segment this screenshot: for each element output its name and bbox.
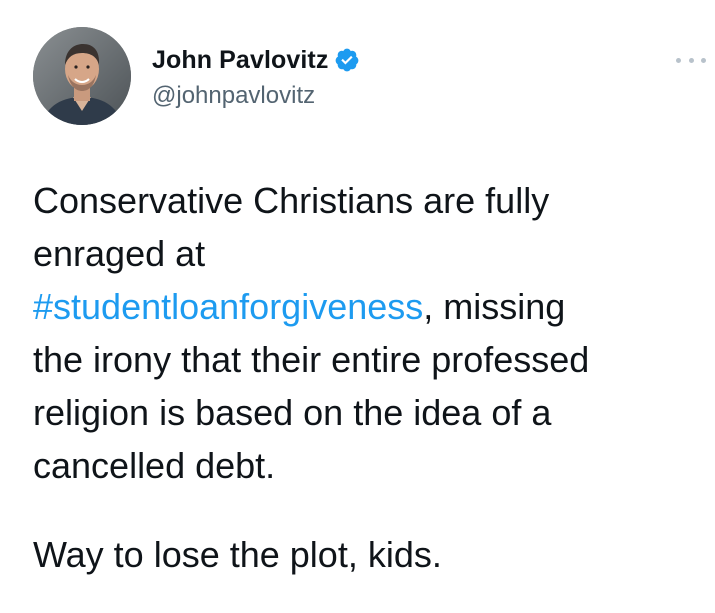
avatar[interactable]: [33, 27, 131, 125]
tweet-text-fragment: , missing: [423, 286, 566, 327]
author-name-row[interactable]: John Pavlovitz: [152, 44, 360, 76]
tweet-text-line: religion is based on the idea of a: [33, 392, 552, 433]
tweet-text-line: the irony that their entire professed: [33, 339, 590, 380]
tweet-text: Conservative Christians are fully enrage…: [33, 174, 705, 492]
verified-badge-icon: [334, 47, 360, 73]
more-options-button[interactable]: [676, 50, 706, 70]
tweet-text-line: #studentloanforgiveness, missing: [33, 280, 705, 333]
tweet-card: John Pavlovitz @johnpavlovitz Conservati…: [0, 0, 715, 613]
tweet-text-paragraph-2: Way to lose the plot, kids.: [33, 534, 442, 575]
more-horizontal-icon-dot-3: [701, 57, 706, 63]
more-horizontal-icon-dot-2: [688, 57, 694, 63]
tweet-text-line: Conservative Christians are fully: [33, 180, 550, 221]
author-handle[interactable]: @johnpavlovitz: [152, 82, 315, 110]
author-name[interactable]: John Pavlovitz: [152, 46, 328, 75]
tweet-text-line: cancelled debt.: [33, 445, 276, 486]
tweet-text-line: enraged at: [33, 233, 206, 274]
more-horizontal-icon: [676, 57, 681, 63]
avatar-photo: [33, 27, 131, 125]
hashtag-link[interactable]: #studentloanforgiveness: [33, 286, 423, 327]
